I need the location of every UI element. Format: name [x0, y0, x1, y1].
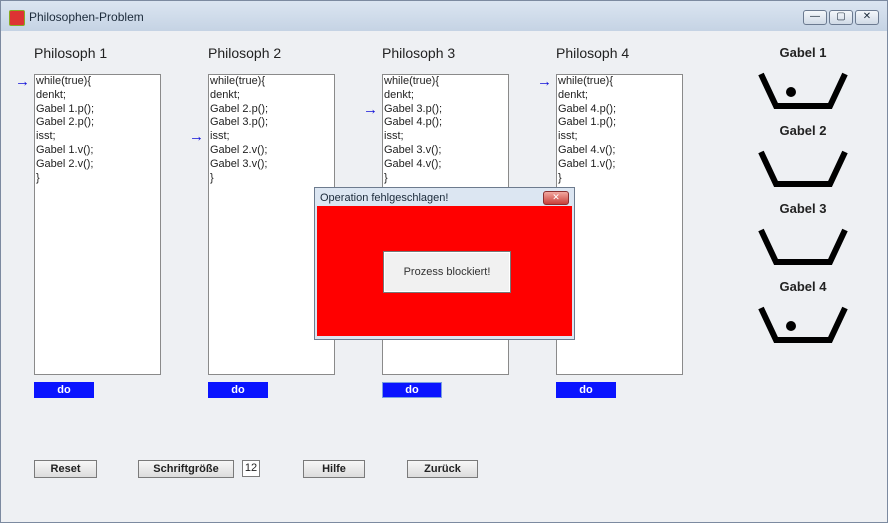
- minimize-button[interactable]: —: [803, 10, 827, 25]
- philosopher-title-3: Philosoph 3: [382, 45, 456, 61]
- fork-bowl-1-icon: [758, 72, 848, 109]
- code-line: Gabel 2.p();: [36, 116, 95, 129]
- code-line: isst;: [36, 130, 56, 143]
- fork-token-4: [786, 321, 796, 331]
- code-line: Gabel 4.v();: [384, 157, 442, 170]
- code-line: Gabel 3.p();: [210, 116, 269, 129]
- dialog-message-button[interactable]: Prozess blockiert!: [383, 251, 511, 293]
- code-line: }: [36, 171, 40, 184]
- dialog-body: Prozess blockiert!: [317, 206, 572, 336]
- fork-label-4: Gabel 4: [779, 279, 827, 294]
- code-line: Gabel 4.p();: [384, 116, 443, 129]
- fork-label-1: Gabel 1: [779, 45, 827, 60]
- fork-bowl-2-icon: [758, 150, 848, 187]
- code-line: denkt;: [210, 88, 240, 101]
- do-button-2[interactable]: do: [208, 382, 268, 398]
- do-button-3[interactable]: do: [382, 382, 442, 398]
- code-line: Gabel 1.p();: [558, 116, 617, 129]
- code-line: }: [384, 171, 388, 184]
- code-area-4[interactable]: while(true){denkt; Gabel 4.p(); Gabel 1.p(…: [556, 74, 683, 375]
- current-line-arrow-icon: →: [15, 73, 30, 90]
- current-line-arrow-icon: →: [189, 128, 204, 146]
- code-line: while(true){: [210, 75, 266, 87]
- code-line: Gabel 1.v();: [558, 157, 616, 170]
- font-size-button[interactable]: Schriftgröße: [138, 460, 234, 478]
- code-line: Gabel 1.v();: [36, 143, 94, 156]
- philosopher-title-1: Philosoph 1: [34, 45, 108, 61]
- help-button[interactable]: Hilfe: [303, 460, 365, 478]
- code-line: Gabel 4.v();: [558, 143, 616, 156]
- code-line: Gabel 3.v();: [384, 143, 442, 156]
- code-line: Gabel 3.v();: [210, 157, 268, 170]
- code-area-1[interactable]: while(true){denkt; Gabel 1.p(); Gabel 2.p(…: [34, 74, 161, 375]
- code-line: Gabel 1.p();: [36, 102, 95, 115]
- current-line-arrow-icon: →: [537, 73, 552, 90]
- maximize-button[interactable]: ▢: [829, 10, 853, 25]
- fork-bowl-3-icon: [758, 228, 848, 265]
- philosopher-title-4: Philosoph 4: [556, 45, 630, 61]
- code-line: while(true){: [36, 75, 92, 87]
- fork-bowl-4-icon: [758, 306, 848, 343]
- java-app-icon: [9, 10, 25, 26]
- code-line: Gabel 2.v();: [36, 157, 94, 170]
- dialog-close-button[interactable]: ✕: [543, 191, 569, 205]
- code-line: isst;: [384, 130, 404, 143]
- code-line: }: [558, 171, 562, 184]
- current-line-arrow-icon: →: [363, 100, 378, 118]
- code-line: while(true){: [384, 75, 440, 87]
- code-line: Gabel 4.p();: [558, 102, 617, 115]
- window-title: Philosophen-Problem: [29, 10, 144, 24]
- code-line: Gabel 2.v();: [210, 143, 268, 156]
- code-line: isst;: [210, 130, 230, 143]
- back-button[interactable]: Zurück: [407, 460, 478, 478]
- code-line: denkt;: [36, 88, 66, 101]
- code-line: }: [210, 171, 214, 184]
- close-window-button[interactable]: ✕: [855, 10, 879, 25]
- do-button-4[interactable]: do: [556, 382, 616, 398]
- fork-label-2: Gabel 2: [779, 123, 827, 138]
- title-bar: Philosophen-Problem — ▢ ✕: [1, 1, 887, 31]
- code-line: Gabel 2.p();: [210, 102, 269, 115]
- reset-button[interactable]: Reset: [34, 460, 97, 478]
- philosopher-title-2: Philosoph 2: [208, 45, 282, 61]
- error-dialog: Operation fehlgeschlagen! ✕ Prozess bloc…: [314, 187, 575, 340]
- code-line: while(true){: [558, 75, 614, 87]
- code-line: denkt;: [384, 88, 414, 101]
- fork-token-1: [786, 87, 796, 97]
- code-line: denkt;: [558, 88, 588, 101]
- dialog-title: Operation fehlgeschlagen!: [320, 192, 449, 204]
- fork-label-3: Gabel 3: [779, 201, 827, 216]
- do-button-1[interactable]: do: [34, 382, 94, 398]
- code-line: isst;: [558, 130, 578, 143]
- font-size-input[interactable]: 12: [242, 460, 260, 477]
- code-line: Gabel 3.p();: [384, 102, 443, 115]
